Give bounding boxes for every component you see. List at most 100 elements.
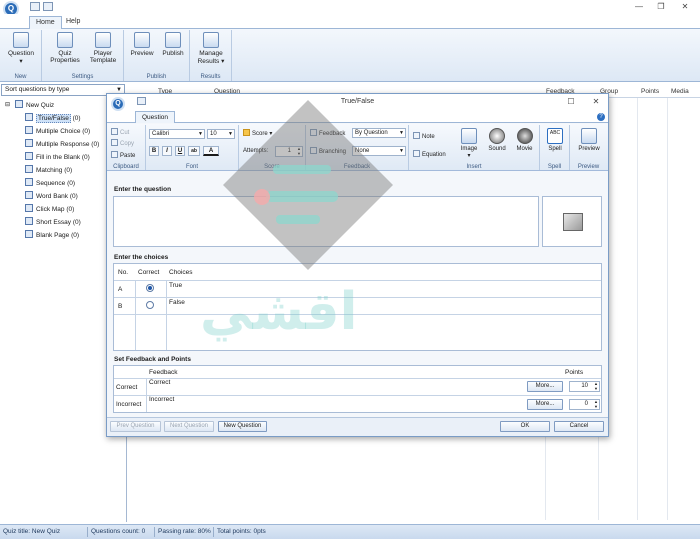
dialog-preview-button[interactable]: Preview [573, 128, 605, 152]
branching-button[interactable]: Branching [310, 147, 346, 156]
cancel-button[interactable]: Cancel [554, 421, 604, 432]
italic-button[interactable]: I [162, 146, 172, 156]
score-button[interactable]: Score ▾ [243, 129, 272, 138]
tree-item-true-false[interactable]: True/False (0) [25, 113, 81, 123]
copy-button[interactable]: Copy [111, 139, 134, 148]
tree-item-multiple-choice[interactable]: Multiple Choice (0) [25, 126, 90, 136]
dialog-close-button[interactable]: ✕ [589, 96, 603, 108]
tree-item-count: (0) [64, 167, 73, 174]
matching-icon [25, 165, 33, 173]
feedback-incorrect-text[interactable]: Incorrect [149, 396, 174, 403]
font-size-select[interactable]: 10 ▼ [207, 129, 235, 139]
movie-button[interactable]: Movie [511, 128, 538, 152]
choices-section-label: Enter the choices [114, 254, 169, 261]
publish-button[interactable]: Publish [158, 32, 188, 57]
player-template-button[interactable]: Player Template [84, 32, 122, 64]
spell-button[interactable]: ABC Spell [542, 128, 568, 152]
tree-item-label: Click Map [36, 206, 65, 213]
status-total-points: Total points: 0pts [217, 528, 266, 535]
ribbon-group-label: Publish [146, 74, 167, 80]
tree-item-count: (0) [66, 206, 75, 213]
blank-page-icon [25, 230, 33, 238]
stepper-arrows-icon[interactable]: ▲ ▼ [297, 146, 301, 156]
ribbon-group-label: Preview [577, 164, 600, 170]
font-color-button[interactable]: A [203, 146, 219, 156]
question-button[interactable]: Question ▾ [3, 32, 39, 65]
tree-item-word-bank[interactable]: Word Bank (0) [25, 191, 78, 201]
prev-question-button[interactable]: Prev Question [110, 421, 161, 432]
help-icon[interactable]: ? [597, 113, 605, 121]
manage-results-button[interactable]: Manage Results ▾ [192, 32, 230, 65]
next-question-button[interactable]: Next Question [164, 421, 214, 432]
tree-item-count: (0) [71, 232, 80, 239]
main-tab-row: Home Help [0, 14, 700, 29]
new-question-button[interactable]: New Question [218, 421, 267, 432]
feedback-correct-more-button[interactable]: More... [527, 381, 563, 392]
feedback-mode-select[interactable]: By Question ▼ [352, 128, 406, 138]
feedback-button[interactable]: Feedback [310, 129, 345, 138]
tree-item-blank-page[interactable]: Blank Page (0) [25, 230, 79, 240]
question-image-placeholder[interactable] [542, 196, 602, 247]
feedback-correct-points-stepper[interactable]: 10 ▲ ▼ [569, 381, 600, 392]
note-label: Note [422, 134, 435, 140]
quiz-properties-button[interactable]: Quiz Properties [45, 32, 85, 64]
chevron-down-icon: ▾ [221, 58, 225, 65]
tab-help[interactable]: Help [60, 16, 86, 29]
stepper-arrows-icon[interactable]: ▲ ▼ [594, 381, 598, 391]
ribbon-group-label: Clipboard [113, 164, 139, 170]
choice-b-text[interactable]: False [169, 299, 185, 306]
ok-button[interactable]: OK [500, 421, 550, 432]
dialog-maximize-button[interactable]: ☐ [564, 96, 578, 108]
stepper-arrows-icon[interactable]: ▲ ▼ [594, 399, 598, 409]
bold-button[interactable]: B [149, 146, 159, 156]
preview-icon [134, 32, 150, 48]
image-button[interactable]: Image ▾ [456, 128, 482, 159]
status-separator [154, 527, 155, 537]
feedback-correct-text[interactable]: Correct [149, 379, 170, 386]
choice-a-text[interactable]: True [169, 282, 182, 289]
minimize-button[interactable]: — [630, 1, 648, 12]
column-media[interactable]: Media [671, 88, 689, 95]
tree-item-short-essay[interactable]: Short Essay (0) [25, 217, 81, 227]
restore-button[interactable]: ❐ [652, 1, 670, 12]
choices-header-choices: Choices [169, 269, 193, 276]
star-icon [243, 129, 250, 136]
tree-item-multiple-response[interactable]: Multiple Response (0) [25, 139, 99, 149]
tree-item-matching[interactable]: Matching (0) [25, 165, 72, 175]
tree-root-new-quiz[interactable]: New Quiz [15, 100, 54, 110]
tree-item-click-map[interactable]: Click Map (0) [25, 204, 74, 214]
multiple-choice-icon [25, 126, 33, 134]
feedback-grid: Feedback Points Correct Correct More... … [113, 365, 602, 413]
tab-question[interactable]: Question [135, 111, 176, 123]
save-icon[interactable] [43, 2, 53, 11]
question-text-editor[interactable] [113, 196, 539, 247]
question-icon [13, 32, 29, 48]
underline-button[interactable]: U [175, 146, 185, 156]
close-button[interactable]: ✕ [676, 1, 694, 12]
highlight-button[interactable]: ab [188, 146, 200, 156]
tree-item-sequence[interactable]: Sequence (0) [25, 178, 75, 188]
sound-label: Sound [488, 146, 506, 152]
column-points[interactable]: Points [641, 88, 659, 95]
tree-item-label: True/False [36, 114, 71, 123]
equation-button[interactable]: Equation [413, 150, 446, 159]
font-family-select[interactable]: Calibri ▼ [149, 129, 205, 139]
feedback-incorrect-points-stepper[interactable]: 0 ▲ ▼ [569, 399, 600, 410]
ribbon-group-label: New [14, 74, 27, 80]
choice-a-correct-radio[interactable] [146, 284, 154, 292]
choice-b-correct-radio[interactable] [146, 301, 154, 309]
preview-button[interactable]: Preview [127, 32, 157, 57]
open-folder-icon[interactable] [30, 2, 40, 11]
attempts-stepper[interactable]: 1 ▲ ▼ [275, 146, 303, 157]
feedback-incorrect-more-button[interactable]: More... [527, 399, 563, 410]
cut-button[interactable]: Cut [111, 128, 129, 137]
sound-button[interactable]: Sound [484, 128, 510, 152]
tab-home[interactable]: Home [29, 16, 62, 29]
tree-item-fill-in-the-blank[interactable]: Fill in the Blank (0) [25, 152, 90, 162]
paste-button[interactable]: Paste [111, 151, 135, 160]
collapse-toggle-icon[interactable]: ⊟ [5, 101, 10, 108]
note-button[interactable]: Note [413, 132, 435, 141]
ribbon-group-spell: ABC Spell Spell [540, 125, 570, 170]
dialog-ribbon: Cut Copy Paste Clipboard Calibri ▼ 10 ▼ B … [107, 124, 608, 171]
branching-select[interactable]: None ▼ [352, 146, 406, 156]
